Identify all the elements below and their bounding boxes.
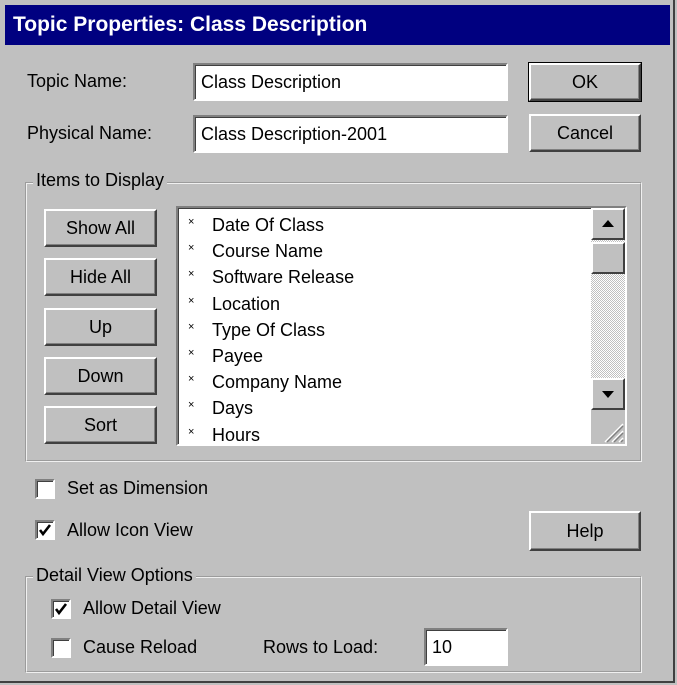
list-item[interactable]: × Location xyxy=(182,291,354,317)
list-item-label: Type Of Class xyxy=(212,319,326,340)
item-marker: × xyxy=(188,425,195,438)
cause-reload-label: Cause Reload xyxy=(83,637,198,657)
item-marker: × xyxy=(188,346,195,359)
list-item[interactable]: × Course Name xyxy=(182,238,354,264)
list-item[interactable]: × Hours xyxy=(182,422,354,445)
resize-grip-icon xyxy=(604,423,624,443)
checkmark-icon xyxy=(54,603,68,616)
cancel-button[interactable]: Cancel xyxy=(529,114,641,152)
cause-reload-checkbox[interactable] xyxy=(51,638,71,658)
topic-properties-dialog: Topic Properties: Class Description Topi… xyxy=(0,0,675,683)
set-as-dimension-label: Set as Dimension xyxy=(67,478,209,498)
item-marker: × xyxy=(188,268,195,281)
hide-all-button[interactable]: Hide All xyxy=(44,258,157,296)
help-button[interactable]: Help xyxy=(529,511,641,551)
item-marker: × xyxy=(188,399,195,412)
show-all-button[interactable]: Show All xyxy=(44,209,157,247)
list-item[interactable]: × Type Of Class xyxy=(182,317,354,343)
topic-name-input[interactable]: Class Description xyxy=(193,63,508,101)
items-to-display-title: Items to Display xyxy=(33,170,168,191)
item-marker: × xyxy=(188,294,195,307)
list-item[interactable]: × Date Of Class xyxy=(182,212,354,238)
list-item[interactable]: × Software Release xyxy=(182,264,354,290)
item-marker: × xyxy=(188,242,195,255)
scroll-thumb[interactable] xyxy=(591,242,625,274)
resize-grip[interactable] xyxy=(591,410,625,444)
topic-name-label: Topic Name: xyxy=(27,71,128,91)
rows-to-load-input[interactable]: 10 xyxy=(424,628,508,666)
list-item[interactable]: × Days xyxy=(182,395,354,421)
sort-button[interactable]: Sort xyxy=(44,406,157,444)
list-item[interactable]: × Company Name xyxy=(182,369,354,395)
list-item-label: Date Of Class xyxy=(212,215,325,235)
allow-detail-view-checkbox[interactable] xyxy=(51,599,71,619)
list-item-label: Course Name xyxy=(212,241,324,262)
item-marker: × xyxy=(188,216,195,228)
vertical-scrollbar[interactable] xyxy=(591,208,625,444)
list-item-label: Software Release xyxy=(212,267,355,288)
down-button[interactable]: Down xyxy=(44,357,157,395)
checkmark-icon xyxy=(38,524,52,537)
list-item-label: Payee xyxy=(212,345,264,366)
scroll-down-arrow-icon xyxy=(602,391,614,398)
scroll-down-button[interactable] xyxy=(591,378,625,410)
physical-name-label: Physical Name: xyxy=(27,123,153,143)
list-item-label: Hours xyxy=(212,424,261,445)
list-item-label: Location xyxy=(212,293,281,314)
title-bar: Topic Properties: Class Description xyxy=(5,5,670,45)
allow-icon-view-checkbox[interactable] xyxy=(35,520,55,540)
items-list: × Date Of Class × Course Name × Software Re… xyxy=(182,212,354,445)
set-as-dimension-checkbox[interactable] xyxy=(35,479,55,499)
detail-view-options-title: Detail View Options xyxy=(33,565,196,586)
scroll-up-button[interactable] xyxy=(591,208,625,240)
scroll-up-arrow-icon xyxy=(602,220,614,227)
up-button[interactable]: Up xyxy=(44,308,157,346)
list-item-label: Company Name xyxy=(212,372,343,393)
ok-button[interactable]: OK xyxy=(528,62,642,102)
list-item[interactable]: × Payee xyxy=(182,343,354,369)
physical-name-input[interactable]: Class Description-2001 xyxy=(193,115,508,153)
rows-to-load-label: Rows to Load: xyxy=(263,637,379,657)
list-item-label: Days xyxy=(212,398,254,419)
item-marker: × xyxy=(188,373,195,386)
allow-detail-view-label: Allow Detail View xyxy=(83,598,221,618)
item-marker: × xyxy=(188,320,195,333)
items-listbox[interactable]: × Date Of Class × Course Name × Software Re… xyxy=(176,206,627,446)
allow-icon-view-label: Allow Icon View xyxy=(67,520,193,540)
detail-view-options-group xyxy=(25,576,642,673)
